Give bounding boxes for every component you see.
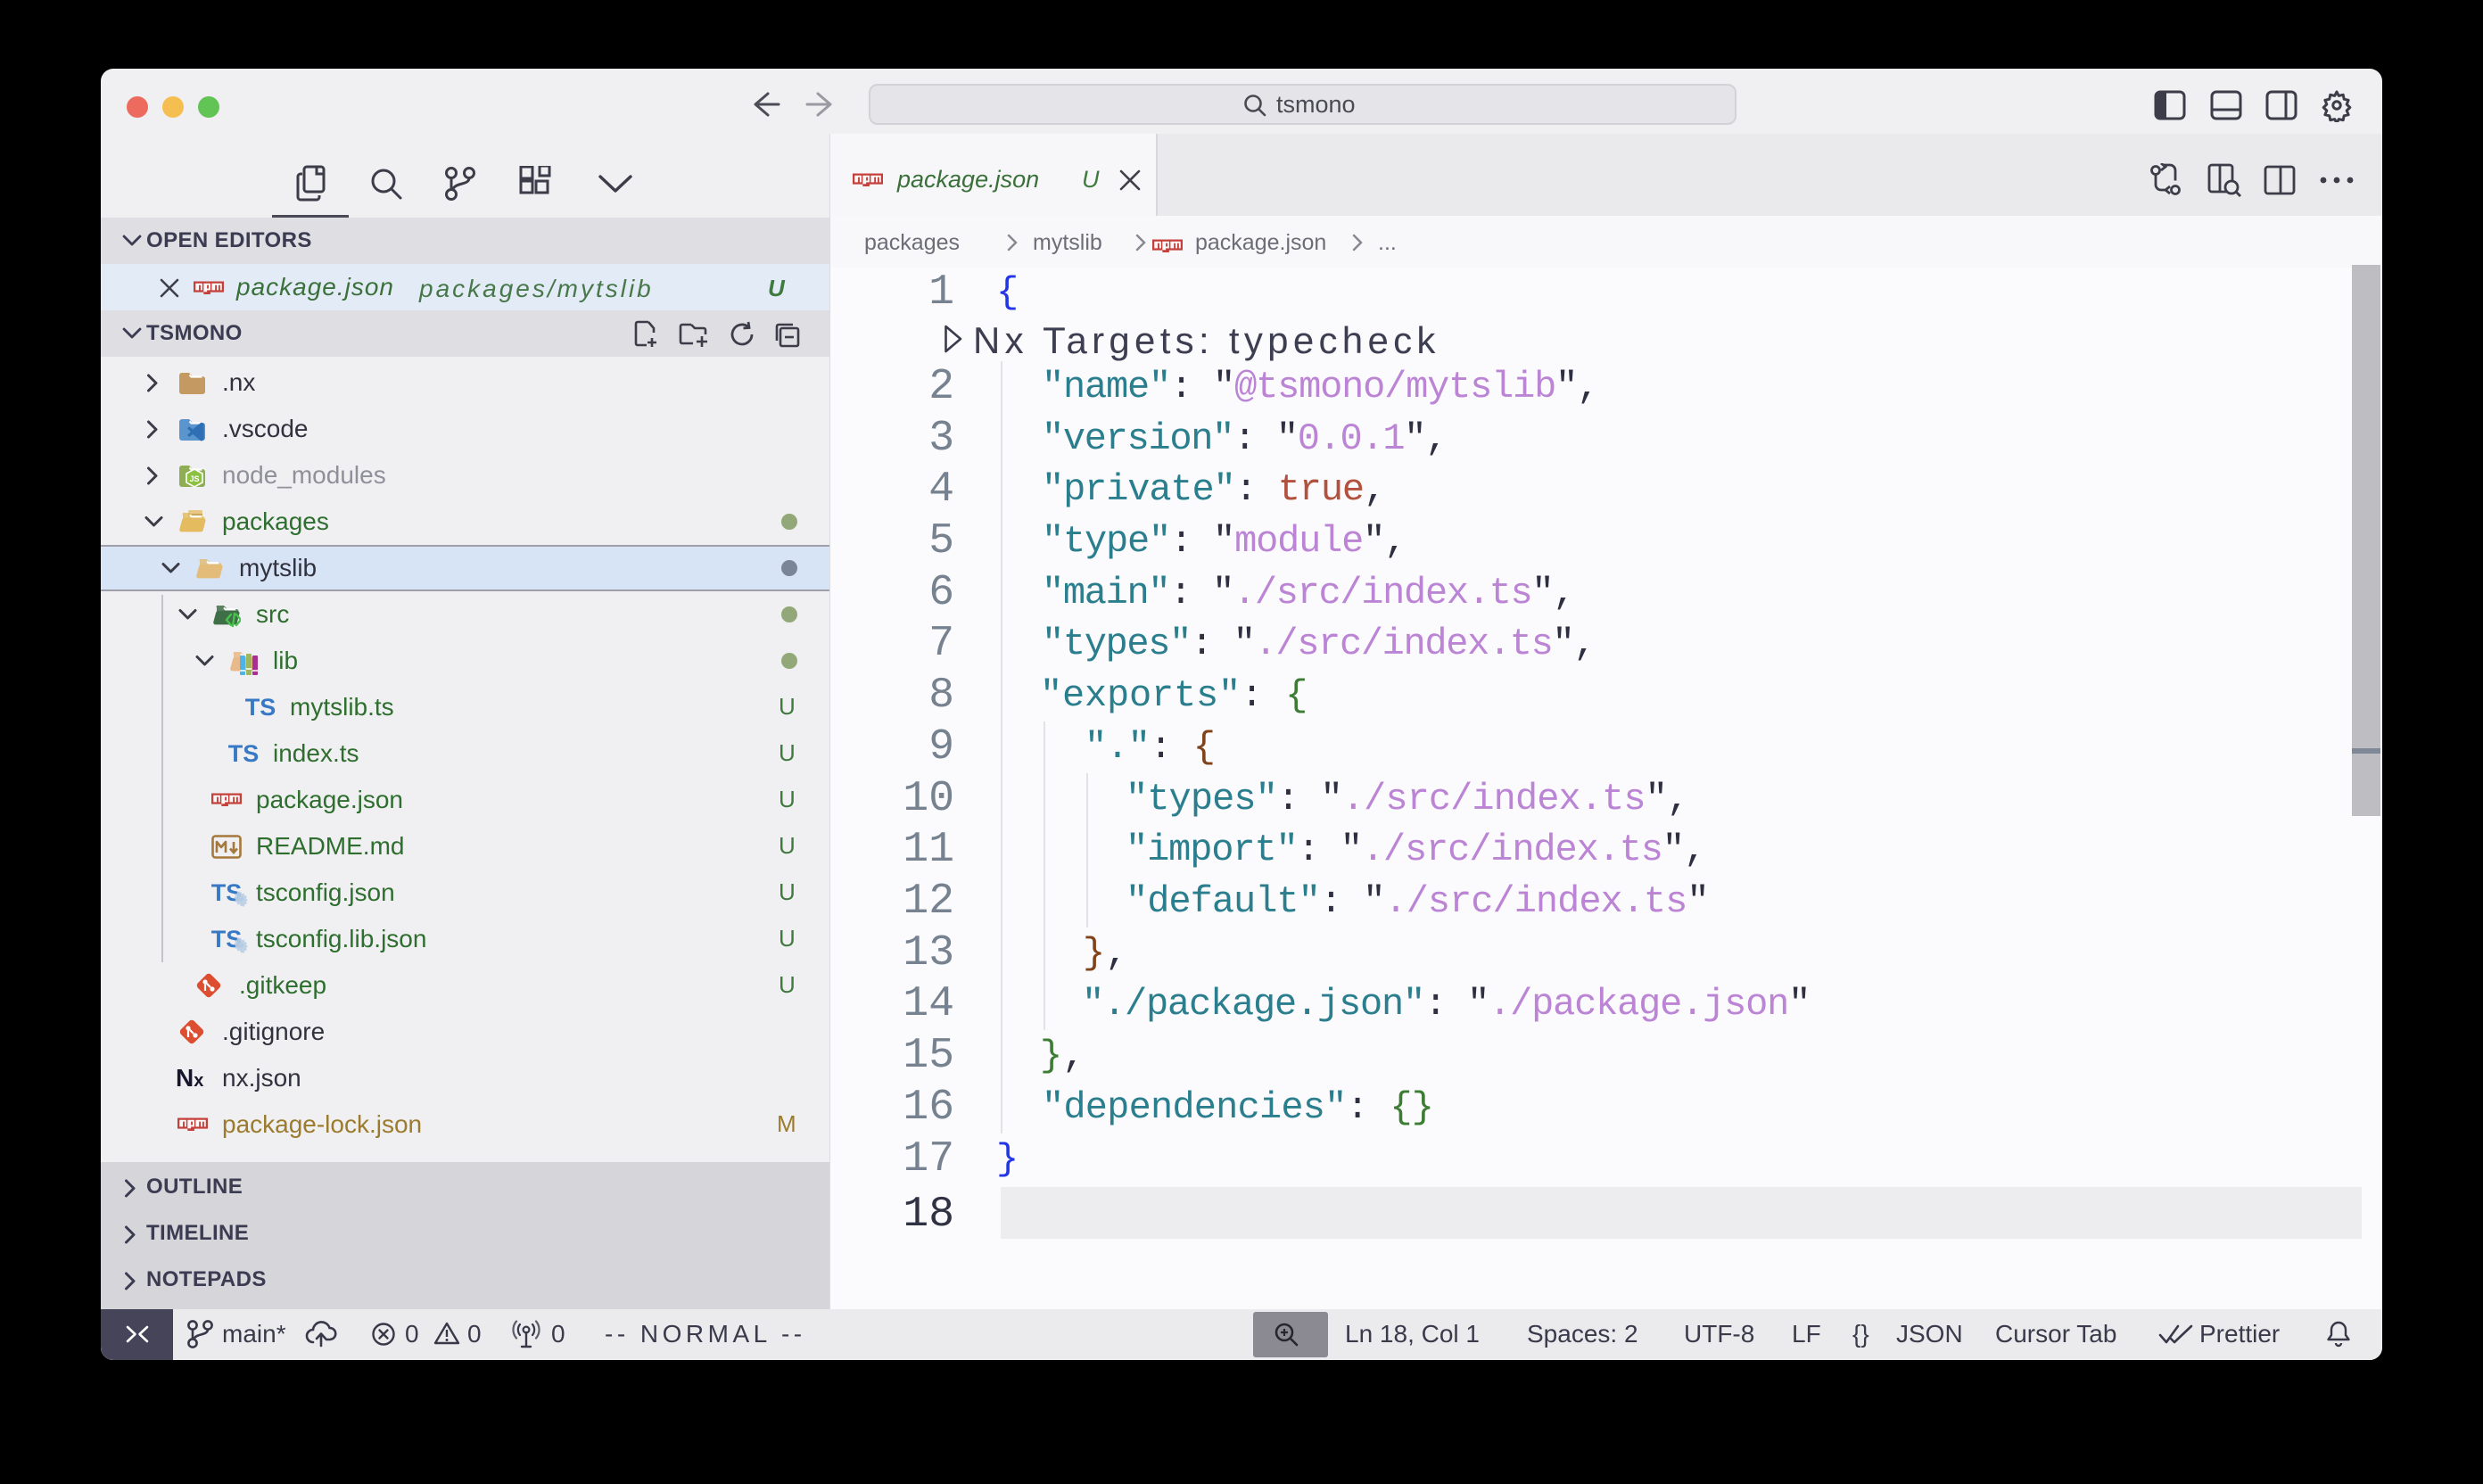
svg-text:JS: JS xyxy=(189,474,199,483)
